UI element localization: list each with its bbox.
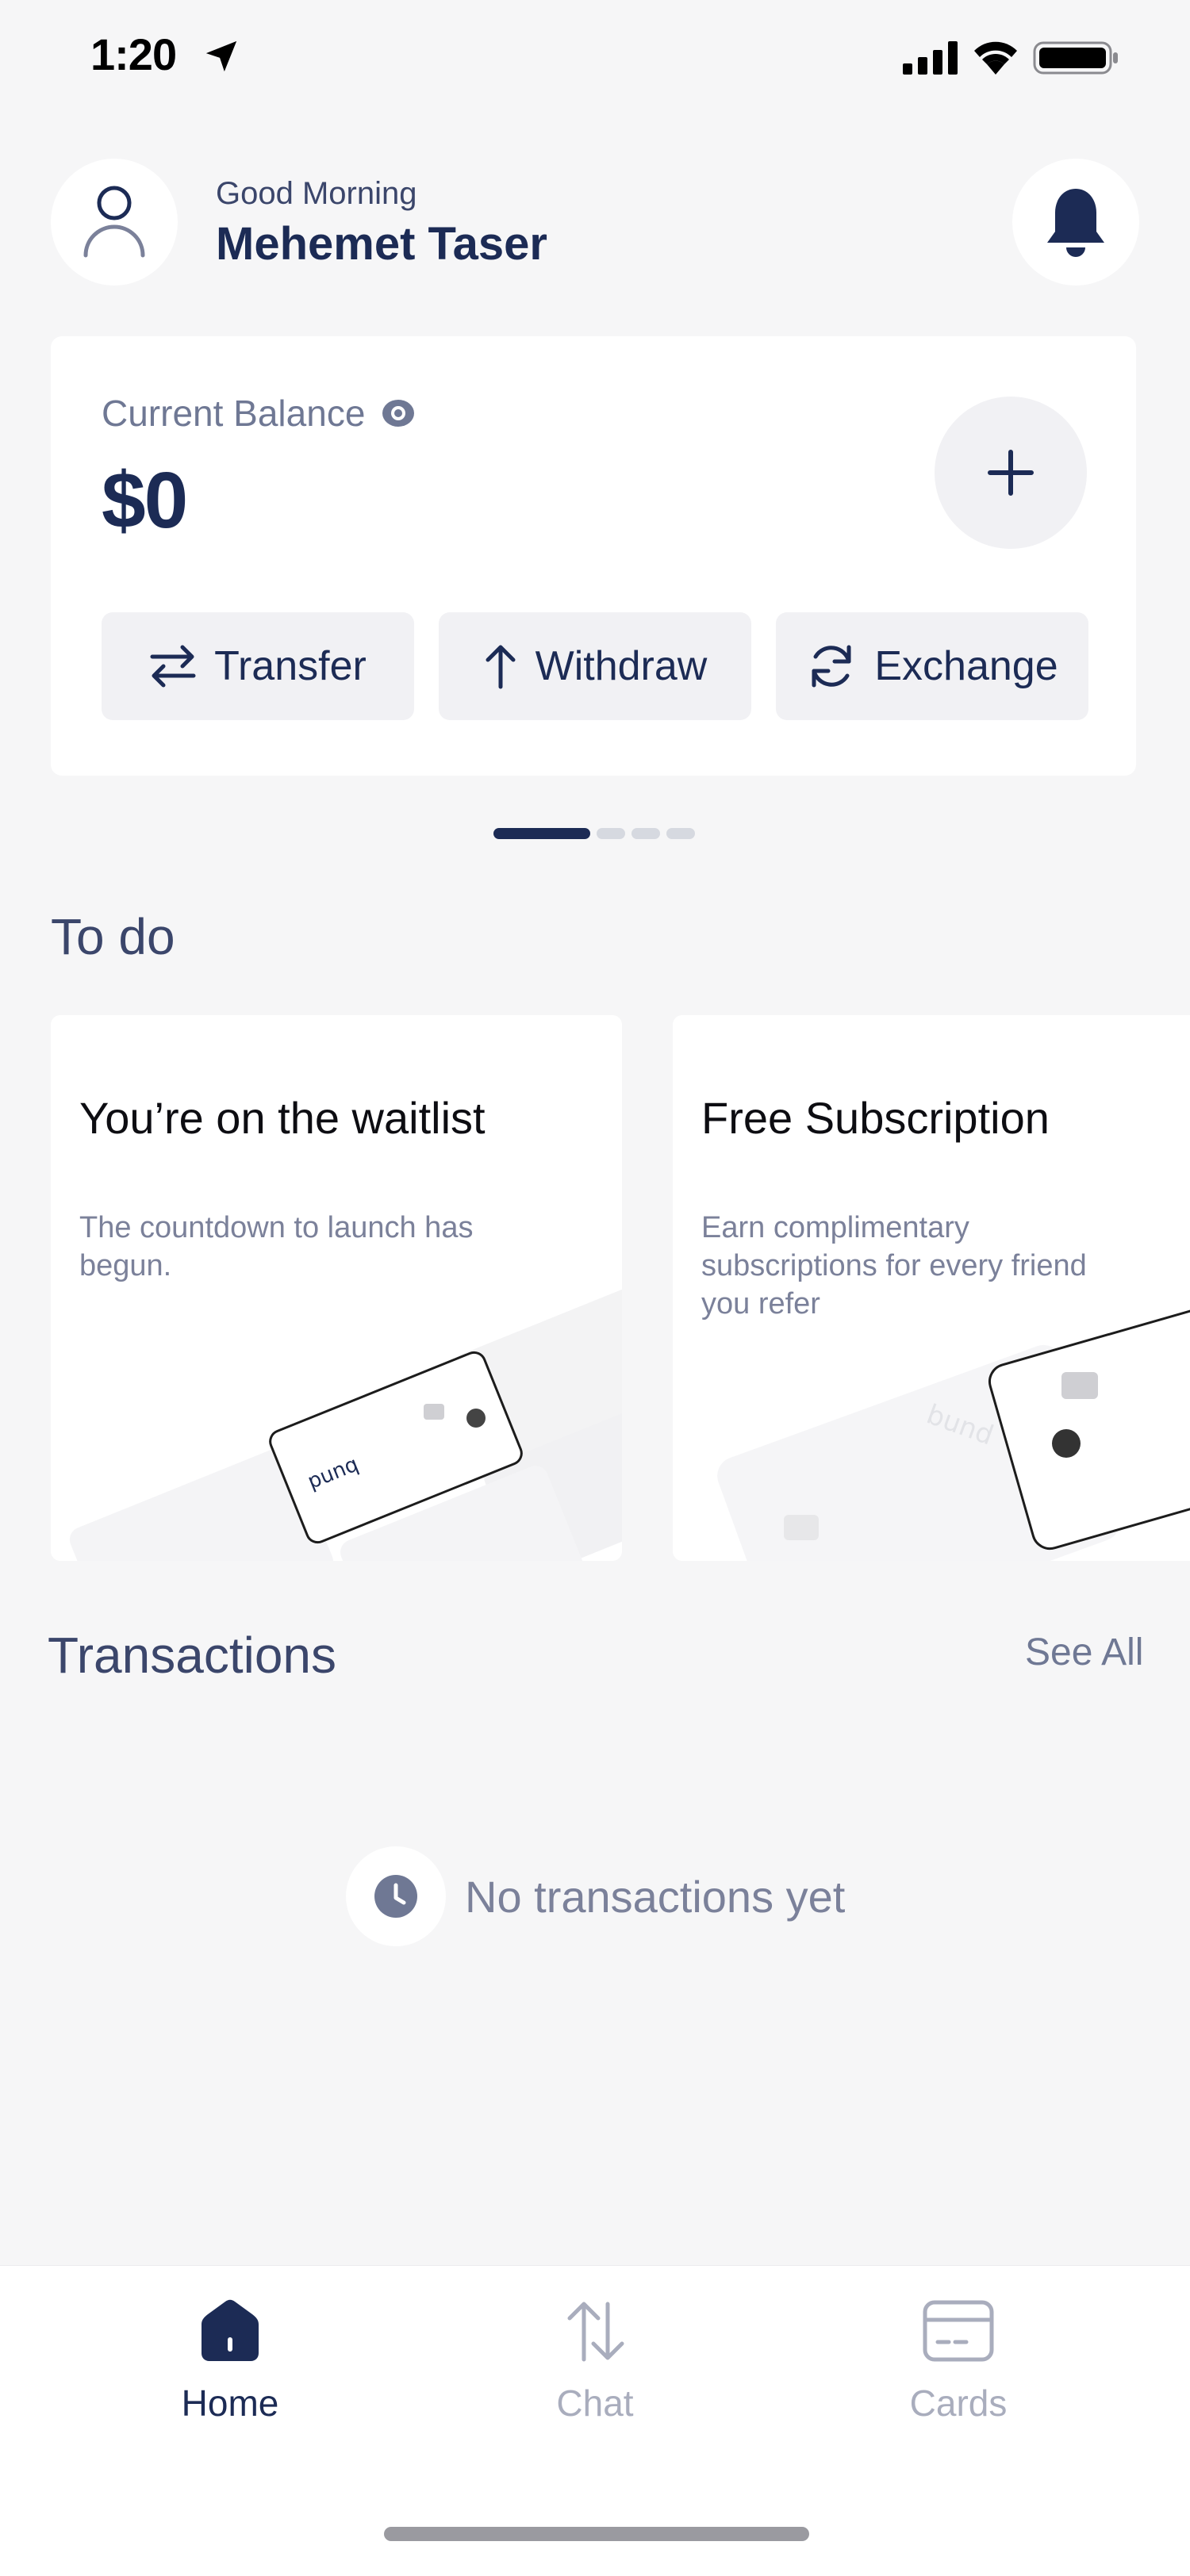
- eye-icon[interactable]: [381, 396, 416, 431]
- card-icon: [923, 2300, 994, 2362]
- user-name: Mehemet Taser: [216, 218, 547, 270]
- page-dot[interactable]: [666, 828, 695, 839]
- bell-icon: [1047, 189, 1104, 257]
- transfer-arrows-icon: [150, 645, 196, 688]
- page-dot-active[interactable]: [493, 828, 590, 839]
- transfer-button[interactable]: Transfer: [102, 612, 414, 720]
- transfer-label: Transfer: [214, 643, 367, 689]
- tab-cards-label: Cards: [909, 2382, 1008, 2424]
- arrows-up-down-icon: [567, 2302, 624, 2362]
- free-subscription-card-description: Earn complimentary subscriptions for eve…: [701, 1211, 1087, 1321]
- clock-icon: [374, 1875, 417, 1918]
- page-dot[interactable]: [597, 828, 625, 839]
- home-icon: [202, 2299, 259, 2361]
- battery-icon: [1033, 41, 1118, 75]
- balance-label: Current Balance: [102, 393, 366, 434]
- exchange-label: Exchange: [874, 643, 1058, 689]
- user-icon: [83, 186, 145, 258]
- tab-home[interactable]: Home: [111, 2298, 349, 2425]
- tab-home-label: Home: [181, 2382, 279, 2424]
- status-time: 1:20: [90, 29, 177, 79]
- free-subscription-card[interactable]: bund Free Subscription Earn complimentar…: [673, 1015, 1190, 1561]
- waitlist-card-title: You’re on the waitlist: [79, 1093, 486, 1143]
- balance-card: Current Balance $0 Transfer Withdraw Exc…: [51, 336, 1136, 776]
- page-indicator: [493, 828, 695, 839]
- exchange-button[interactable]: Exchange: [776, 612, 1088, 720]
- todo-section-title: To do: [51, 908, 175, 965]
- empty-transactions-text: No transactions yet: [465, 1871, 846, 1922]
- withdraw-button[interactable]: Withdraw: [439, 612, 751, 720]
- waitlist-card[interactable]: bund You’re on the waitlist The countdow…: [51, 1015, 622, 1561]
- balance-amount: $0: [102, 456, 188, 545]
- add-funds-button[interactable]: [935, 397, 1087, 549]
- transactions-empty-state: No transactions yet: [346, 1846, 845, 1946]
- arrow-up-icon: [486, 645, 516, 689]
- tab-chat-label: Chat: [556, 2382, 634, 2424]
- transactions-section-title: Transactions: [48, 1627, 336, 1684]
- location-arrow-icon: [205, 40, 237, 72]
- see-all-link[interactable]: See All: [1025, 1631, 1143, 1674]
- notifications-button[interactable]: [1012, 159, 1139, 286]
- clock-badge: [346, 1846, 446, 1946]
- tab-cards[interactable]: Cards: [839, 2298, 1077, 2425]
- refresh-icon: [812, 645, 851, 688]
- waitlist-card-description: The countdown to launch has begun.: [79, 1211, 474, 1282]
- page-dot[interactable]: [631, 828, 660, 839]
- home-indicator[interactable]: [384, 2527, 809, 2541]
- balance-label-row: Current Balance: [102, 392, 416, 435]
- tab-chat[interactable]: Chat: [476, 2298, 714, 2425]
- wifi-icon: [974, 41, 1017, 75]
- avatar[interactable]: [51, 159, 178, 286]
- plus-icon: [988, 450, 1034, 496]
- greeting: Good Morning: [216, 176, 417, 211]
- cellular-signal-icon: [903, 41, 958, 75]
- withdraw-label: Withdraw: [535, 643, 708, 689]
- free-subscription-card-title: Free Subscription: [701, 1093, 1050, 1143]
